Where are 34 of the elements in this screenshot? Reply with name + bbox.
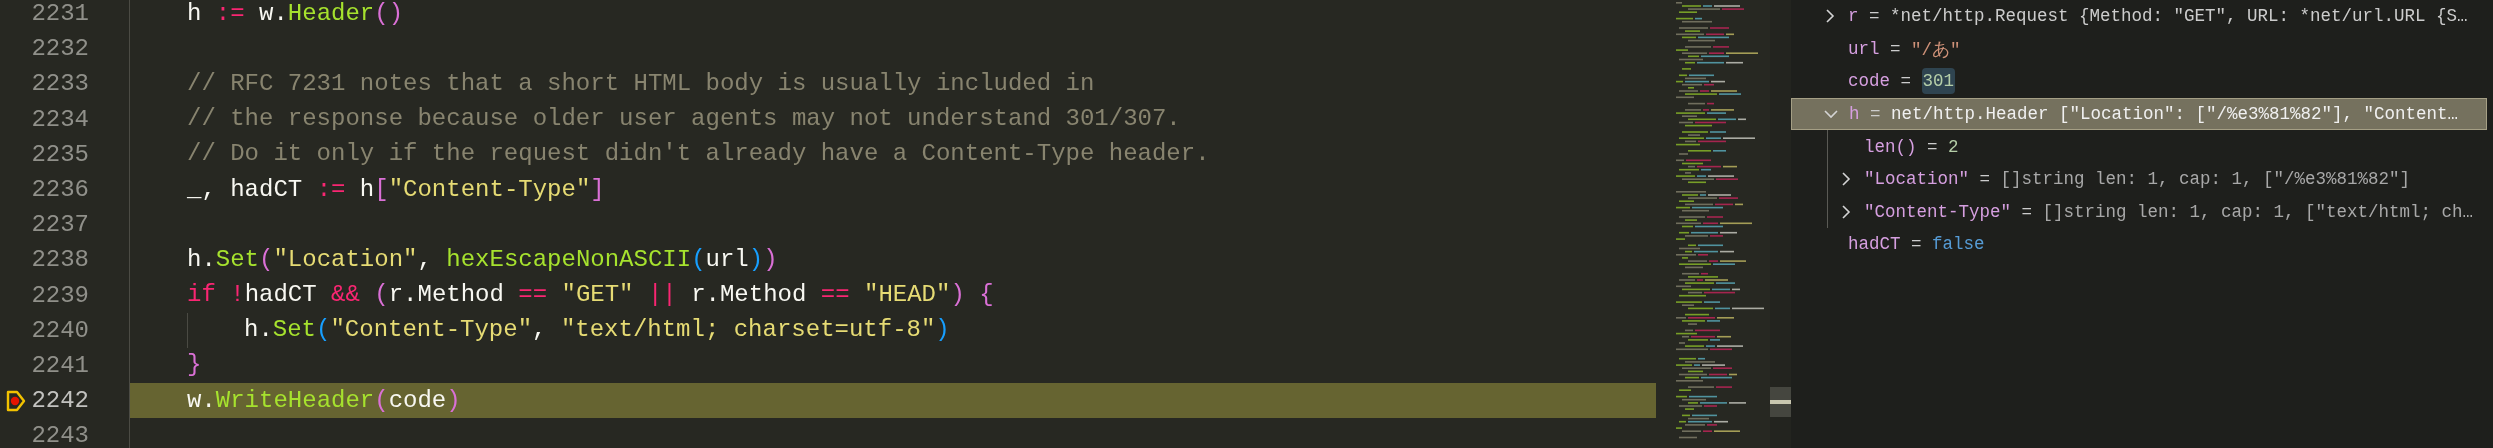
line-number: 2231 [31, 0, 90, 30]
code-line: h.Set("Content-Type", "text/html; charset=utf-8") [244, 315, 950, 346]
code-line: if !hadCT && (r.Method == "GET" || r.Method == "HEAD") { [187, 280, 994, 311]
variable-row[interactable]: r = *net/http.Request {Method: "GET", URL: *net/url.URL {S… [1791, 0, 2487, 33]
line-number: 2234 [31, 104, 90, 135]
line-number: 2243 [31, 421, 90, 448]
code-line: w.WriteHeader(code) [187, 385, 461, 416]
code-line: // the response because older user agents may not understand 301/307. [187, 104, 1181, 135]
breakpoint-icon[interactable] [6, 390, 26, 413]
code-line: // RFC 7231 notes that a short HTML body is usually included in [187, 68, 1095, 99]
variable-row[interactable]: url = "/あ" [1791, 32, 2487, 66]
line-number: 2242 [31, 386, 90, 417]
variable-row[interactable]: "Content-Type" = []string len: 1, cap: 1, ["text/html; ch… [1791, 195, 2487, 229]
line-number: 2240 [31, 315, 90, 346]
line-number: 2241 [31, 350, 90, 381]
line-number: 2238 [31, 245, 90, 276]
scrollbar-thumb[interactable] [1770, 387, 1791, 417]
code-line: h.Set("Location", hexEscapeNonASCII(url)) [187, 244, 778, 275]
code-line: // Do it only if the request didn't already have a Content-Type header. [187, 139, 1210, 170]
line-number: 2232 [31, 34, 90, 65]
line-number: 2239 [31, 280, 90, 311]
code-line: h := w.Header() [187, 0, 404, 29]
variable-row[interactable]: hadCT = false [1791, 228, 2487, 261]
variable-row[interactable]: "Location" = []string len: 1, cap: 1, ["/%e3%81%82"] [1791, 162, 2487, 196]
line-number: 2235 [31, 139, 90, 170]
highlighted-value: 301 [1921, 68, 1956, 95]
line-number: 2237 [31, 210, 90, 241]
variable-row[interactable]: len() = 2 [1791, 130, 2487, 163]
line-number: 2233 [31, 69, 90, 100]
code-line: } [187, 350, 202, 381]
line-number: 2236 [31, 175, 90, 206]
code-line: _, hadCT := h["Content-Type"] [187, 174, 605, 205]
variable-row[interactable]: code = 301 [1791, 65, 2487, 98]
variable-row[interactable]: h = net/http.Header ["Location": ["/%e3%81%82"], "Content… [1791, 97, 2487, 131]
